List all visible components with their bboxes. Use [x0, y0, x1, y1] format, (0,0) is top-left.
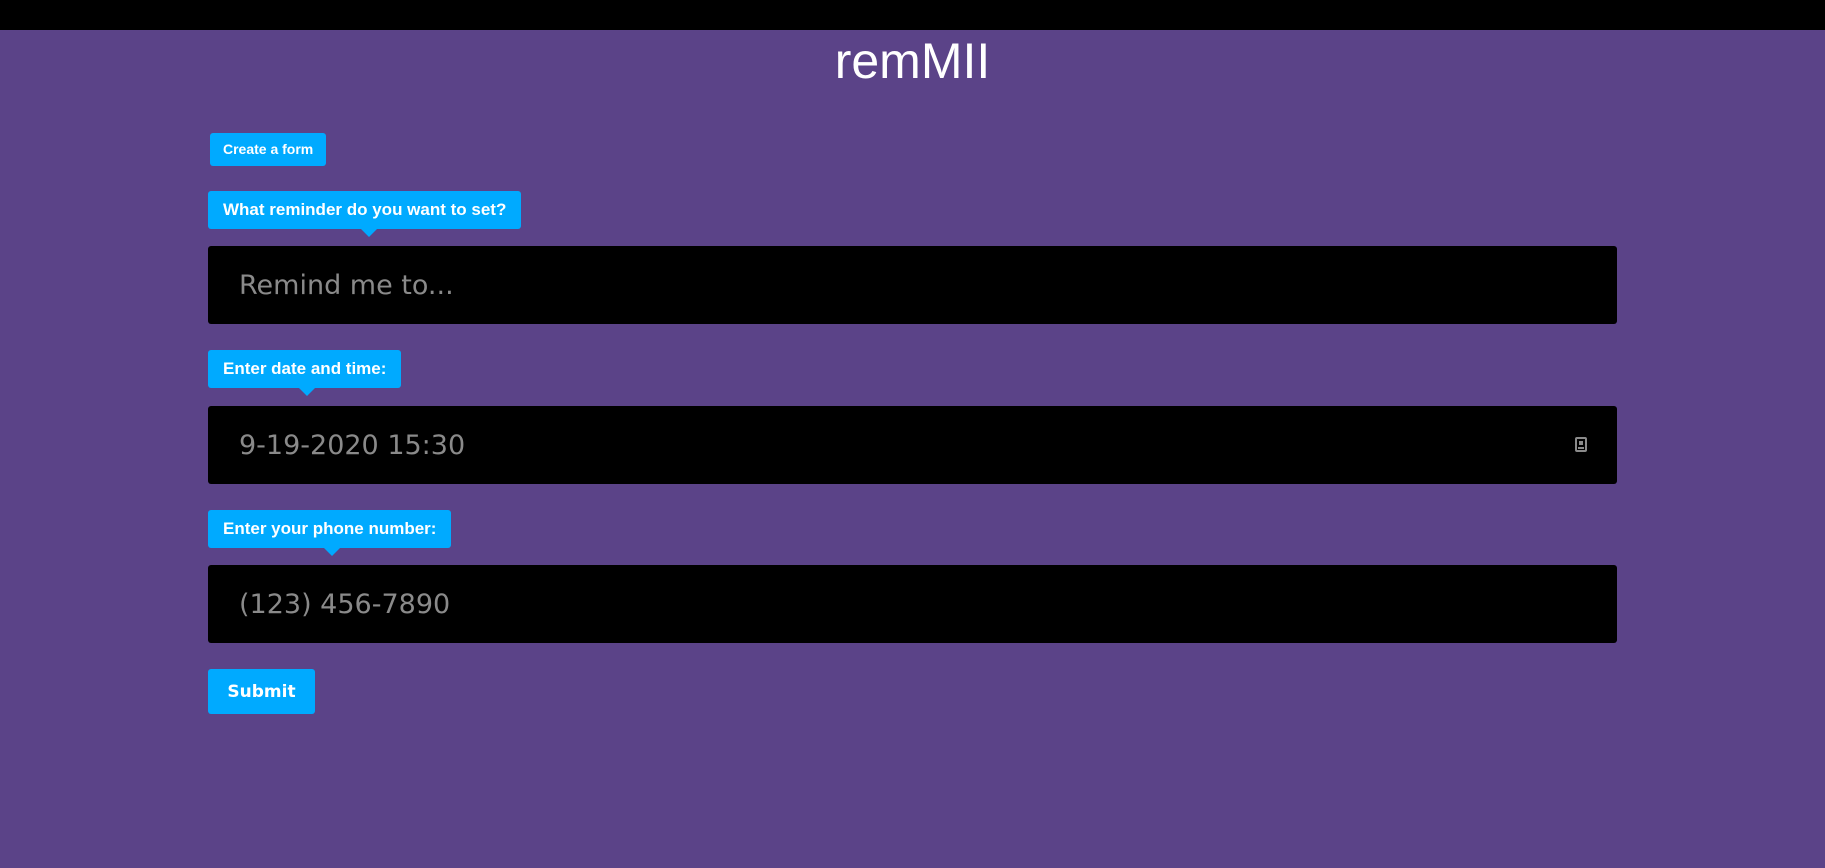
phone-input[interactable]	[208, 565, 1617, 643]
calendar-icon[interactable]	[1575, 437, 1587, 452]
top-bar	[0, 0, 1825, 30]
tooltip-arrow	[299, 388, 315, 396]
tooltip-arrow	[324, 548, 340, 556]
submit-button[interactable]: Submit	[208, 669, 315, 714]
reminder-label: What reminder do you want to set?	[208, 191, 522, 237]
phone-field	[208, 565, 1617, 643]
phone-label: Enter your phone number:	[208, 510, 452, 556]
datetime-label-text: Enter date and time:	[223, 359, 387, 378]
tooltip-arrow	[361, 229, 377, 237]
reminder-field	[208, 246, 1617, 324]
page-title: remMII	[834, 33, 991, 89]
reminder-input[interactable]	[208, 246, 1617, 324]
datetime-label: Enter date and time:	[208, 350, 402, 396]
phone-label-text: Enter your phone number:	[223, 519, 437, 538]
datetime-input[interactable]	[208, 406, 1617, 484]
create-form-button[interactable]: Create a form	[210, 133, 327, 166]
reminder-label-text: What reminder do you want to set?	[223, 200, 507, 219]
datetime-field	[208, 406, 1617, 484]
